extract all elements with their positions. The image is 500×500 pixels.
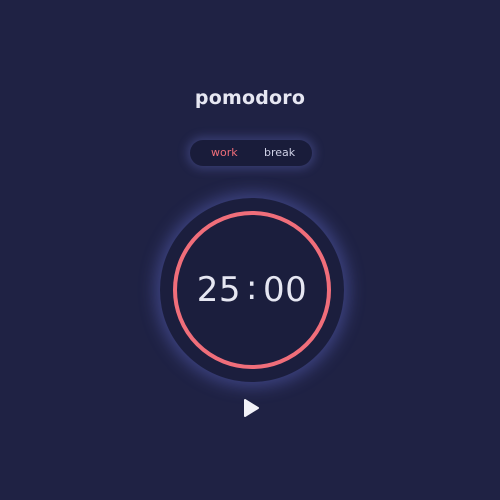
tab-break[interactable]: break [264, 140, 295, 166]
pomodoro-app: pomodoro work break 25 : 00 [0, 0, 500, 500]
timer-separator: : [246, 268, 258, 308]
time-display: 25 : 00 [160, 198, 344, 382]
tab-work[interactable]: work [211, 140, 238, 166]
timer-minutes: 25 [196, 270, 242, 310]
play-icon[interactable] [239, 396, 263, 420]
mode-toggle: work break [190, 140, 312, 166]
timer-seconds: 00 [262, 270, 308, 310]
app-title: pomodoro [194, 87, 306, 109]
